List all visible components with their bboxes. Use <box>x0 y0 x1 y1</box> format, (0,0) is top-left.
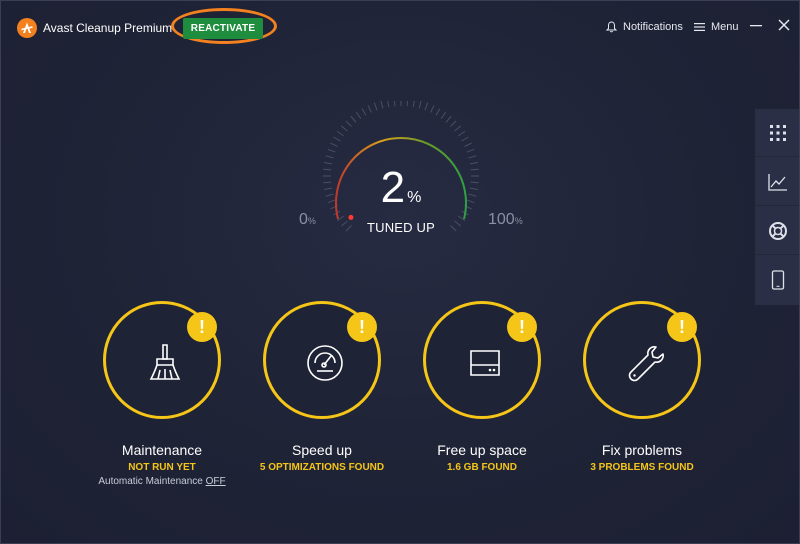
side-mobile-button[interactable] <box>755 256 799 304</box>
gauge-tick <box>430 105 435 113</box>
gauge-tick <box>470 168 479 171</box>
notifications-button[interactable]: Notifications <box>606 21 683 33</box>
gauge-tick <box>324 187 333 191</box>
side-panel <box>755 109 799 305</box>
gauge-tick <box>350 115 357 123</box>
gauge-tick <box>380 101 384 109</box>
title-bar: Avast Cleanup Premium REACTIVATE Notific… <box>1 1 799 45</box>
gauge-tick <box>324 161 333 165</box>
gauge-tick <box>466 148 475 153</box>
gauge-tick <box>445 115 452 123</box>
gauge-tick <box>336 130 344 137</box>
reactivate-button[interactable]: REACTIVATE <box>183 18 263 39</box>
gauge-tick <box>458 130 466 137</box>
gauge-tick <box>469 187 478 191</box>
automatic-maintenance-info: Automatic Maintenance OFF <box>62 476 262 487</box>
mobile-icon <box>771 270 785 290</box>
gauge-tick <box>333 136 341 142</box>
app-title: Avast Cleanup Premium <box>43 21 173 35</box>
broom-icon <box>149 344 181 380</box>
maintenance-title: Maintenance <box>121 442 203 458</box>
fix-problems-title: Fix problems <box>601 442 683 458</box>
grid-icon <box>770 124 786 141</box>
side-support-button[interactable] <box>755 207 799 255</box>
gauge-tick <box>340 125 348 132</box>
gauge-tick <box>418 101 422 109</box>
lifebuoy-icon <box>769 221 787 240</box>
avast-logo-icon <box>17 18 37 38</box>
fix-problems-status: 3 PROBLEMS FOUND <box>590 462 694 473</box>
gauge-tick <box>393 101 396 107</box>
gauge-tick <box>468 155 477 159</box>
chart-icon <box>768 173 787 191</box>
gauge-tick <box>435 108 441 116</box>
app-window: Avast Cleanup Premium REACTIVATE Notific… <box>0 0 800 544</box>
close-icon[interactable] <box>776 17 792 33</box>
free-up-space-title: Free up space <box>437 442 527 458</box>
hamburger-icon <box>694 23 705 31</box>
fix-problems-warning-icon: ! <box>667 312 697 342</box>
side-dashboard-button[interactable] <box>755 109 799 157</box>
menu-button[interactable]: Menu <box>694 21 739 33</box>
gauge-tick <box>424 102 429 111</box>
gauge-tick <box>466 199 475 204</box>
side-performance-button[interactable] <box>755 158 799 206</box>
gauge-max-label: 100% <box>488 211 523 228</box>
notifications-label: Notifications <box>623 21 683 33</box>
speed-up-warning-icon: ! <box>347 312 377 342</box>
gauge-tick <box>461 136 469 142</box>
gauge-tick <box>406 101 409 107</box>
gauge-tick <box>325 155 334 159</box>
gauge-tick <box>468 193 477 197</box>
gauge-tick <box>464 142 472 147</box>
gauge-tick <box>450 120 457 127</box>
gauge-tick <box>327 148 336 153</box>
gauge-tick <box>325 193 334 197</box>
gauge-tick <box>330 142 338 147</box>
maintenance-warning-icon: ! <box>187 312 217 342</box>
gauge-tick <box>367 105 372 113</box>
tune-up-label: TUNED UP <box>366 220 436 235</box>
gauge-tick <box>440 111 447 119</box>
gauge-tick <box>361 108 367 116</box>
maintenance-status: NOT RUN YET <box>128 462 196 473</box>
gauge-tick <box>387 101 390 108</box>
gauge-tick <box>470 181 479 184</box>
free-up-space-warning-icon: ! <box>507 312 537 342</box>
automatic-maintenance-label: Automatic Maintenance <box>98 476 203 487</box>
gauge-tick <box>469 161 478 165</box>
speed-up-title: Speed up <box>292 442 352 458</box>
gauge-tick <box>323 181 332 184</box>
free-up-space-status: 1.6 GB FOUND <box>446 462 517 473</box>
menu-label: Menu <box>711 21 739 33</box>
tune-up-percent: 2% <box>380 163 422 212</box>
bell-icon <box>606 21 617 33</box>
speed-up-status: 5 OPTIMIZATIONS FOUND <box>259 462 385 473</box>
gauge-tick <box>412 101 415 108</box>
hard-drive-icon <box>470 350 500 376</box>
gauge-tick <box>323 168 332 171</box>
gauge-tick <box>345 120 352 127</box>
gauge-min-label: 0% <box>299 211 316 228</box>
automatic-maintenance-toggle-link[interactable]: OFF <box>206 476 226 487</box>
gauge-tick <box>454 125 462 132</box>
gauge-tick <box>373 102 378 111</box>
speedometer-icon <box>307 345 343 381</box>
gauge-tick <box>355 111 362 119</box>
minimize-icon[interactable] <box>748 17 764 33</box>
gauge-tick <box>327 199 336 204</box>
wrench-icon <box>628 346 664 382</box>
